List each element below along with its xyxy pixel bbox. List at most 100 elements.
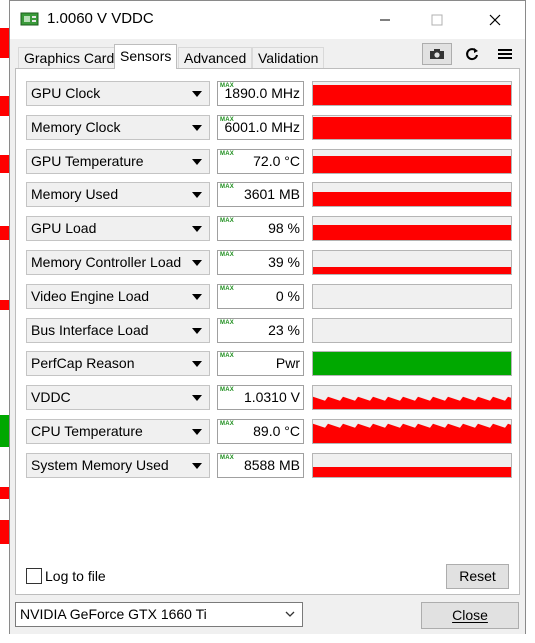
max-mode-indicator: MAX [220,455,234,461]
log-to-file-checkbox[interactable] [26,568,42,584]
sensor-value: 98 % [268,220,300,236]
sensor-value-box[interactable]: MAX 72.0 °C [217,149,304,174]
window-title: 1.0060 V VDDC [47,10,154,27]
sensor-graph [312,149,512,174]
sensor-name-dropdown[interactable]: Memory Controller Load [26,250,210,275]
sensor-value-box[interactable]: MAX 1.0310 V [217,385,304,410]
sensor-row: CPU Temperature MAX 89.0 °C [26,419,516,445]
sensor-name-dropdown[interactable]: System Memory Used [26,453,210,478]
sensor-name-dropdown[interactable]: Video Engine Load [26,284,210,309]
tab-advanced[interactable]: Advanced [178,47,253,68]
refresh-button[interactable] [457,43,487,65]
sensor-graph-fill [313,85,511,105]
tab-graphics-card[interactable]: Graphics Card [18,47,121,68]
sensor-value-box[interactable]: MAX 3601 MB [217,182,304,207]
sensor-row: Memory Used MAX 3601 MB [26,182,516,208]
sensor-graph [312,385,512,410]
minimize-icon [380,19,390,21]
dropdown-arrow-icon [192,260,202,266]
sensor-graph-fill [313,467,511,477]
close-window-button[interactable] [472,1,518,39]
sensor-row: VDDC MAX 1.0310 V [26,385,516,411]
maximize-button[interactable] [414,1,460,39]
sensor-graph [312,419,512,444]
max-mode-indicator: MAX [220,421,234,427]
sensor-name: GPU Clock [31,85,101,101]
hamburger-menu-icon [498,49,512,59]
sensor-name-dropdown[interactable]: PerfCap Reason [26,351,210,376]
dropdown-arrow-icon [192,192,202,198]
gpu-card-icon [20,12,39,26]
max-mode-indicator: MAX [220,387,234,393]
sensor-value-box[interactable]: MAX Pwr [217,351,304,376]
sensor-graph [312,351,512,376]
sensor-row: Video Engine Load MAX 0 % [26,284,516,310]
tab-sensors[interactable]: Sensors [114,44,178,69]
sensor-graph [312,115,512,140]
screenshot-button[interactable] [422,43,452,65]
sensor-name: CPU Temperature [31,423,143,439]
sensor-name: VDDC [31,389,71,405]
max-mode-indicator: MAX [220,320,234,326]
sensor-name-dropdown[interactable]: VDDC [26,385,210,410]
dropdown-arrow-icon [192,125,202,131]
dropdown-arrow-icon [192,463,202,469]
sensor-graph-fill [313,267,511,274]
sensor-graph-fill [313,156,511,173]
sensors-panel: GPU Clock MAX 1890.0 MHz Memory Clock MAX 600… [15,68,520,595]
sensor-graph [312,318,512,343]
dropdown-arrow-icon [192,226,202,232]
sensor-graph-trace [313,396,511,409]
sensor-value-box[interactable]: MAX 39 % [217,250,304,275]
sensor-value-box[interactable]: MAX 8588 MB [217,453,304,478]
log-to-file-label: Log to file [45,568,106,584]
sensor-row: Bus Interface Load MAX 23 % [26,318,516,344]
sensor-graph-fill [313,192,511,206]
sensor-graph-trace [313,423,511,443]
sensor-name: Bus Interface Load [31,322,149,338]
sensor-graph [312,453,512,478]
sensor-row: GPU Clock MAX 1890.0 MHz [26,81,516,107]
sensor-name-dropdown[interactable]: Memory Used [26,182,210,207]
sensor-row: Memory Clock MAX 6001.0 MHz [26,115,516,141]
close-button-label: Close [452,607,488,623]
minimize-button[interactable] [362,1,408,39]
sensor-name-dropdown[interactable]: Memory Clock [26,115,210,140]
sensor-value: 8588 MB [243,457,300,473]
max-mode-indicator: MAX [220,151,234,157]
sensor-name: PerfCap Reason [31,355,135,371]
title-bar: 1.0060 V VDDC [10,1,525,39]
tab-validation[interactable]: Validation [252,47,325,68]
max-mode-indicator: MAX [220,286,234,292]
sensor-value: 23 % [268,322,300,338]
sensor-value-box[interactable]: MAX 23 % [217,318,304,343]
menu-button[interactable] [490,43,520,65]
dropdown-arrow-icon [192,429,202,435]
sensor-value-box[interactable]: MAX 89.0 °C [217,419,304,444]
reset-button[interactable]: Reset [446,564,509,589]
sensor-graph [312,182,512,207]
gpu-selector-dropdown[interactable]: NVIDIA GeForce GTX 1660 Ti [15,602,303,627]
sensor-value: 1.0310 V [243,389,300,405]
max-mode-indicator: MAX [220,218,234,224]
sensor-value-box[interactable]: MAX 0 % [217,284,304,309]
sensor-value-box[interactable]: MAX 6001.0 MHz [217,115,304,140]
max-mode-indicator: MAX [220,252,234,258]
sensor-name-dropdown[interactable]: Bus Interface Load [26,318,210,343]
sensor-name: Memory Clock [31,119,121,135]
close-button[interactable]: Close [421,602,519,629]
sensor-row: GPU Temperature MAX 72.0 °C [26,149,516,175]
sensor-value-box[interactable]: MAX 1890.0 MHz [217,81,304,106]
sensor-name: Memory Used [31,186,119,202]
sensor-name: GPU Load [31,220,97,236]
sensor-value-box[interactable]: MAX 98 % [217,216,304,241]
sensor-graph-fill [313,225,511,240]
sensor-name-dropdown[interactable]: CPU Temperature [26,419,210,444]
sensor-name-dropdown[interactable]: GPU Load [26,216,210,241]
dropdown-arrow-icon [192,361,202,367]
max-mode-indicator: MAX [220,353,234,359]
sensor-name-dropdown[interactable]: GPU Clock [26,81,210,106]
sensor-graph [312,81,512,106]
sensor-value: 1890.0 MHz [224,85,300,101]
sensor-name-dropdown[interactable]: GPU Temperature [26,149,210,174]
